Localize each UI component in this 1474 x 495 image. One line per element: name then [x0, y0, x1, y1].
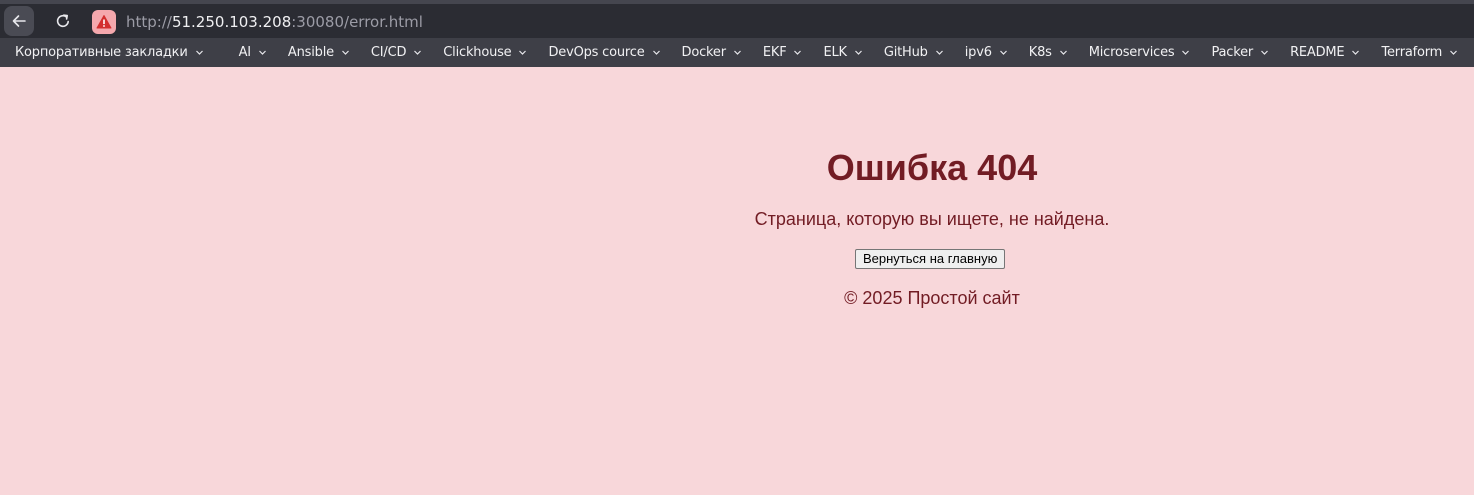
bookmark-folder[interactable]: Packer	[1211, 45, 1269, 60]
url-scheme: http://	[126, 13, 172, 31]
bookmark-folder[interactable]: Docker	[682, 45, 742, 60]
footer-text: © 2025 Простой сайт	[844, 288, 1020, 308]
home-button[interactable]: Вернуться на главную	[855, 249, 1006, 269]
bookmark-folder[interactable]: EKF	[763, 45, 803, 60]
bookmark-label: README	[1290, 45, 1345, 60]
chevron-down-icon	[794, 50, 802, 55]
bookmark-label: ipv6	[964, 45, 992, 60]
bookmark-label: Docker	[681, 45, 727, 60]
address-bar[interactable]: http://51.250.103.208:30080/error.html	[126, 12, 423, 32]
bookmark-folder[interactable]: AI	[239, 45, 267, 60]
bookmark-label: CI/CD	[370, 45, 407, 60]
warning-triangle-icon	[96, 15, 112, 29]
chevron-down-icon	[258, 50, 266, 55]
chevron-down-icon	[1059, 50, 1067, 55]
chevron-down-icon	[1450, 50, 1458, 55]
bookmark-label: Microservices	[1088, 45, 1175, 60]
bookmark-folder[interactable]: GitHub	[884, 45, 944, 60]
bookmark-folder[interactable]: CI/CD	[371, 45, 422, 60]
page-title: Ошибка 404	[826, 147, 1038, 188]
bookmark-folder[interactable]: Microservices	[1089, 45, 1191, 60]
chevron-down-icon	[733, 50, 741, 55]
bookmark-label: Terraform	[1381, 45, 1443, 60]
bookmark-label: Ansible	[287, 45, 334, 60]
bookmark-label: EKF	[762, 45, 787, 60]
bookmark-label: K8s	[1028, 45, 1052, 60]
bookmark-label: Clickhouse	[443, 45, 512, 60]
url-path: :30080/error.html	[291, 13, 423, 31]
bookmarks-bar: Корпоративные закладки AI Ansible CI/CD …	[0, 38, 1474, 67]
bookmark-folder[interactable]: ipv6	[965, 45, 1008, 60]
chevron-down-icon	[999, 50, 1007, 55]
bookmark-folder[interactable]: K8s	[1029, 45, 1068, 60]
chevron-down-icon	[652, 50, 660, 55]
chevron-down-icon	[414, 50, 422, 55]
bookmark-folder[interactable]: Clickhouse	[443, 45, 527, 60]
bookmark-folder[interactable]: README	[1290, 45, 1360, 60]
page-content: Ошибка 404 Страница, которую вы ищете, н…	[0, 67, 1474, 495]
chevron-down-icon	[854, 50, 862, 55]
bookmark-folder[interactable]: Корпоративные закладки	[15, 45, 204, 60]
chevron-down-icon	[1261, 50, 1268, 55]
bookmark-folder[interactable]: Terraform	[1381, 45, 1458, 60]
browser-window: http://51.250.103.208:30080/error.html К…	[0, 0, 1474, 495]
bookmark-label: DevOps cource	[548, 45, 645, 60]
bookmark-label: AI	[238, 45, 252, 60]
arrow-left-icon	[12, 15, 26, 27]
chevron-down-icon	[1182, 50, 1190, 55]
chevron-down-icon	[341, 50, 349, 55]
back-button[interactable]	[4, 6, 34, 36]
reload-button[interactable]	[48, 6, 78, 36]
chevron-down-icon	[935, 50, 943, 55]
bookmark-folder[interactable]: Ansible	[288, 45, 350, 60]
url-host: 51.250.103.208	[171, 13, 292, 31]
bookmark-label: ELK	[823, 45, 847, 60]
bookmark-label: Packer	[1211, 45, 1254, 60]
bookmark-folder[interactable]: DevOps cource	[548, 45, 660, 60]
reload-icon	[56, 14, 69, 28]
bookmark-label: GitHub	[883, 45, 928, 60]
chevron-down-icon	[195, 50, 203, 55]
bookmark-folder[interactable]: ELK	[823, 45, 862, 60]
chevron-down-icon	[1352, 50, 1360, 55]
error-message: Страница, которую вы ищете, не найдена.	[754, 209, 1110, 229]
bookmark-label: Корпоративные закладки	[15, 45, 188, 60]
site-security-button[interactable]	[92, 10, 116, 34]
chevron-down-icon	[519, 50, 527, 55]
browser-toolbar: http://51.250.103.208:30080/error.html	[0, 4, 1474, 38]
